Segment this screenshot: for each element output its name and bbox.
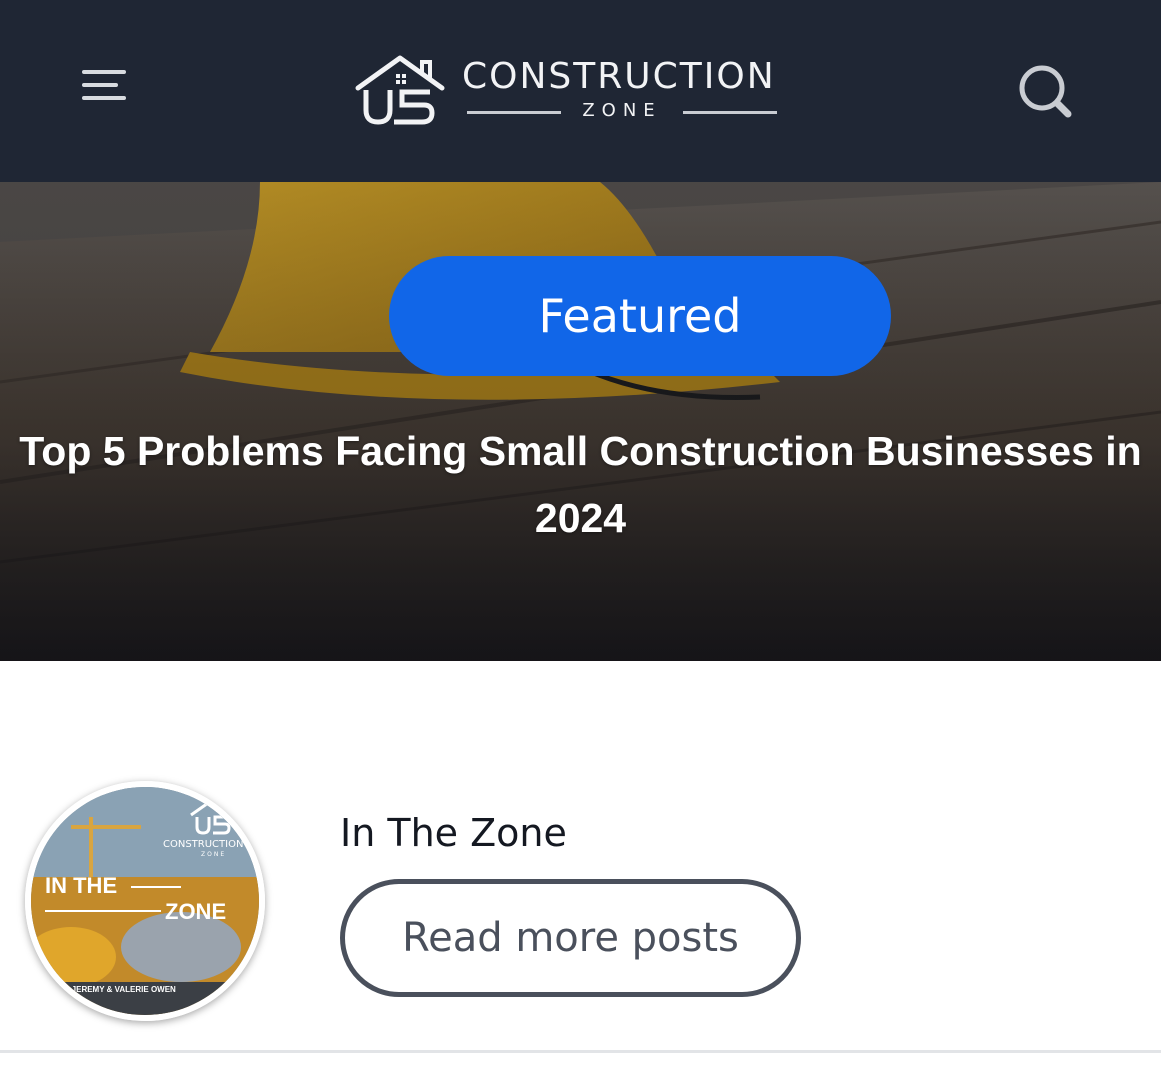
hamburger-menu-icon[interactable] [72,60,136,110]
avatar-title-zone: ZONE [165,899,226,924]
blog-name: In The Zone [340,811,567,855]
featured-hero[interactable]: Featured Top 5 Problems Facing Small Con… [0,182,1161,661]
house-logo-icon [355,55,445,125]
site-logo[interactable]: CONSTRUCTION ZONE [352,52,792,128]
search-icon[interactable] [1012,58,1078,124]
site-header: CONSTRUCTION ZONE [0,0,1161,182]
avatar-logo-text: CONSTRUCTION [163,839,243,850]
avatar-hosts: WITH JEREMY & VALERIE OWEN [49,985,176,994]
blog-card: CONSTRUCTION ZONE IN THE ZONE WITH JEREM… [0,661,1161,1067]
featured-badge[interactable]: Featured [389,256,891,376]
avatar-title-in-the: IN THE [45,873,117,898]
logo-title: CONSTRUCTION [462,56,776,97]
logo-subtitle-text: ZONE [582,100,662,121]
read-more-posts-button[interactable]: Read more posts [340,879,801,997]
blog-avatar[interactable]: CONSTRUCTION ZONE IN THE ZONE WITH JEREM… [25,781,265,1021]
divider [0,1050,1161,1053]
featured-post-title[interactable]: Top 5 Problems Facing Small Construction… [0,418,1161,552]
logo-subtitle: ZONE [462,100,786,126]
avatar-logo-sub: ZONE [201,851,226,858]
